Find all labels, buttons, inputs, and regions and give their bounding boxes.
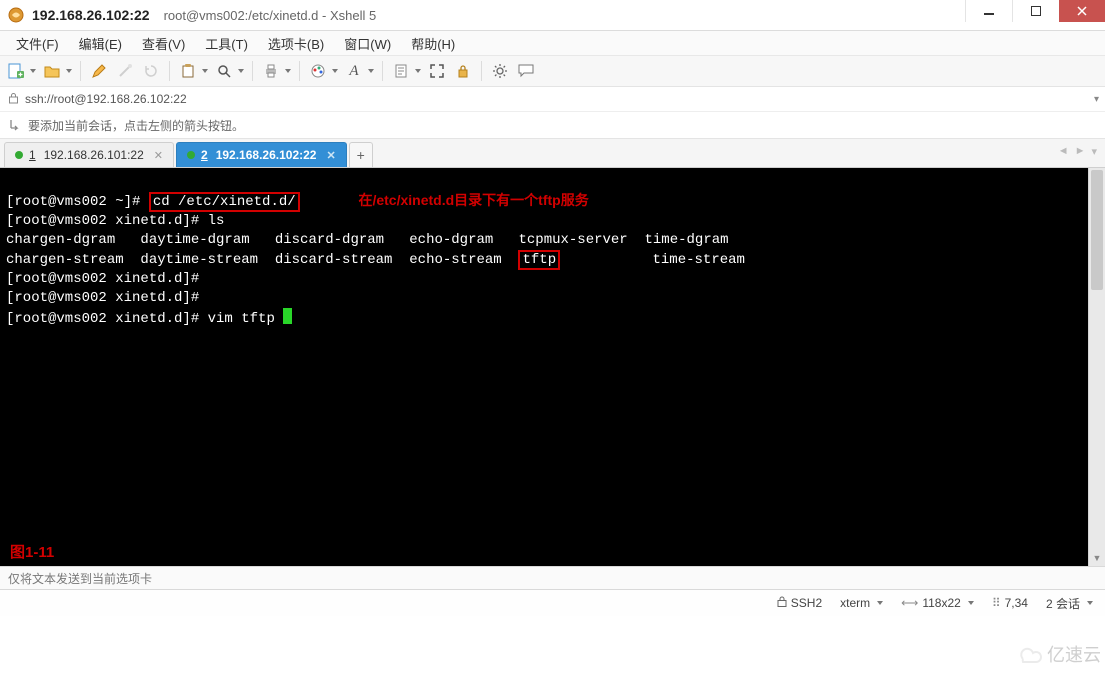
terminal-line-suffix: time-stream [560,252,745,268]
menu-tools[interactable]: 工具(T) [195,31,258,56]
tab-close-icon[interactable]: ✕ [154,149,163,162]
tab-label: 192.168.26.101:22 [44,148,144,162]
highlight-tftp: tftp [518,250,560,270]
address-bar[interactable]: ssh://root@192.168.26.102:22 ▾ [0,87,1105,112]
terminal-line: chargen-dgram daytime-dgram discard-dgra… [6,232,729,248]
menu-bar: 文件(F) 编辑(E) 查看(V) 工具(T) 选项卡(B) 窗口(W) 帮助(… [0,31,1105,56]
title-address: 192.168.26.102:22 [32,7,150,23]
find-button[interactable] [212,59,246,83]
resize-icon: ⟷ [901,596,918,610]
refresh-button[interactable] [139,59,163,83]
scroll-down-icon[interactable]: ▼ [1089,550,1105,566]
send-scope-text: 仅将文本发送到当前选项卡 [8,570,152,587]
status-term-type[interactable]: xterm [840,596,883,610]
menu-help[interactable]: 帮助(H) [401,31,465,56]
tab-nav-next-icon[interactable]: ► [1073,145,1088,158]
status-cursor-pos: ⠿ 7,34 [992,596,1028,610]
cursor [283,308,292,324]
tab-nav: ◄ ► ▾ [1056,145,1099,158]
wand-button[interactable] [113,59,137,83]
terminal-line: [root@vms002 xinetd.d]# [6,290,199,306]
minimize-button[interactable] [965,0,1012,22]
app-icon [8,7,24,23]
menu-view[interactable]: 查看(V) [132,31,195,56]
status-size[interactable]: ⟷ 118x22 [901,596,974,610]
tab-close-icon[interactable]: ✕ [326,149,335,162]
terminal-area: [root@vms002 ~]# cd /etc/xinetd.d/ 在/etc… [0,168,1105,566]
status-sessions[interactable]: 2 会话 [1046,595,1093,612]
hint-arrow-icon[interactable] [8,117,22,134]
tab-nav-prev-icon[interactable]: ◄ [1056,145,1071,158]
font-button[interactable]: A [342,59,376,83]
send-scope-bar[interactable]: 仅将文本发送到当前选项卡 [0,566,1105,590]
menu-window[interactable]: 窗口(W) [334,31,401,56]
plus-icon: + [357,147,365,163]
menu-tab[interactable]: 选项卡(B) [258,31,334,56]
terminal-line: [root@vms002 xinetd.d]# ls [6,213,224,229]
new-session-button[interactable] [4,59,38,83]
log-button[interactable] [389,59,423,83]
clipboard-button[interactable] [176,59,210,83]
hint-text: 要添加当前会话，点击左侧的箭头按钮。 [28,117,244,134]
terminal[interactable]: [root@vms002 ~]# cd /etc/xinetd.d/ 在/etc… [0,168,1088,566]
tab-session-1[interactable]: 1 192.168.26.101:22 ✕ [4,142,174,167]
watermark-text: 亿速云 [1047,641,1101,667]
close-button[interactable] [1059,0,1105,22]
terminal-scrollbar[interactable]: ▲ ▼ [1088,168,1105,566]
position-icon: ⠿ [992,596,1001,610]
lock-button[interactable] [451,59,475,83]
color-scheme-button[interactable] [306,59,340,83]
prompt: [root@vms002 ~]# [6,194,149,210]
tab-number: 1 [29,148,36,162]
open-session-button[interactable] [40,59,74,83]
help-button[interactable] [514,59,538,83]
terminal-line-prefix: chargen-stream daytime-stream discard-st… [6,252,518,268]
tab-number: 2 [201,148,208,162]
tab-session-2[interactable]: 2 192.168.26.102:22 ✕ [176,142,347,167]
status-dot-icon [187,151,195,159]
status-dot-icon [15,151,23,159]
toolbar: A [0,56,1105,87]
edit-button[interactable] [87,59,111,83]
tab-label: 192.168.26.102:22 [216,148,317,162]
terminal-line: [root@vms002 xinetd.d]# [6,271,199,287]
lock-icon [777,596,787,610]
print-button[interactable] [259,59,293,83]
menu-edit[interactable]: 编辑(E) [69,31,132,56]
figure-label: 图1-11 [10,543,54,562]
tab-nav-list-icon[interactable]: ▾ [1089,145,1099,158]
fullscreen-button[interactable] [425,59,449,83]
status-protocol: SSH2 [777,596,822,610]
menu-file[interactable]: 文件(F) [6,31,69,56]
maximize-button[interactable] [1012,0,1059,22]
scroll-thumb[interactable] [1091,170,1103,290]
highlight-cd-command: cd /etc/xinetd.d/ [149,192,300,212]
title-path: root@vms002:/etc/xinetd.d - Xshell 5 [164,8,377,23]
status-bar: SSH2 xterm ⟷ 118x22 ⠿ 7,34 2 会话 [0,590,1105,616]
address-dropdown-icon[interactable]: ▾ [1094,94,1099,105]
settings-button[interactable] [488,59,512,83]
tab-add-button[interactable]: + [349,142,373,167]
address-text: ssh://root@192.168.26.102:22 [25,92,187,106]
lock-icon [8,92,19,107]
terminal-line: [root@vms002 xinetd.d]# vim tftp [6,311,283,327]
hint-bar: 要添加当前会话，点击左侧的箭头按钮。 [0,112,1105,139]
annotation-text: 在/etc/xinetd.d目录下有一个tftp服务 [358,192,588,208]
tab-bar: 1 192.168.26.101:22 ✕ 2 192.168.26.102:2… [0,139,1105,168]
title-bar: 192.168.26.102:22 root@vms002:/etc/xinet… [0,0,1105,31]
watermark: 亿速云 [1015,641,1101,667]
